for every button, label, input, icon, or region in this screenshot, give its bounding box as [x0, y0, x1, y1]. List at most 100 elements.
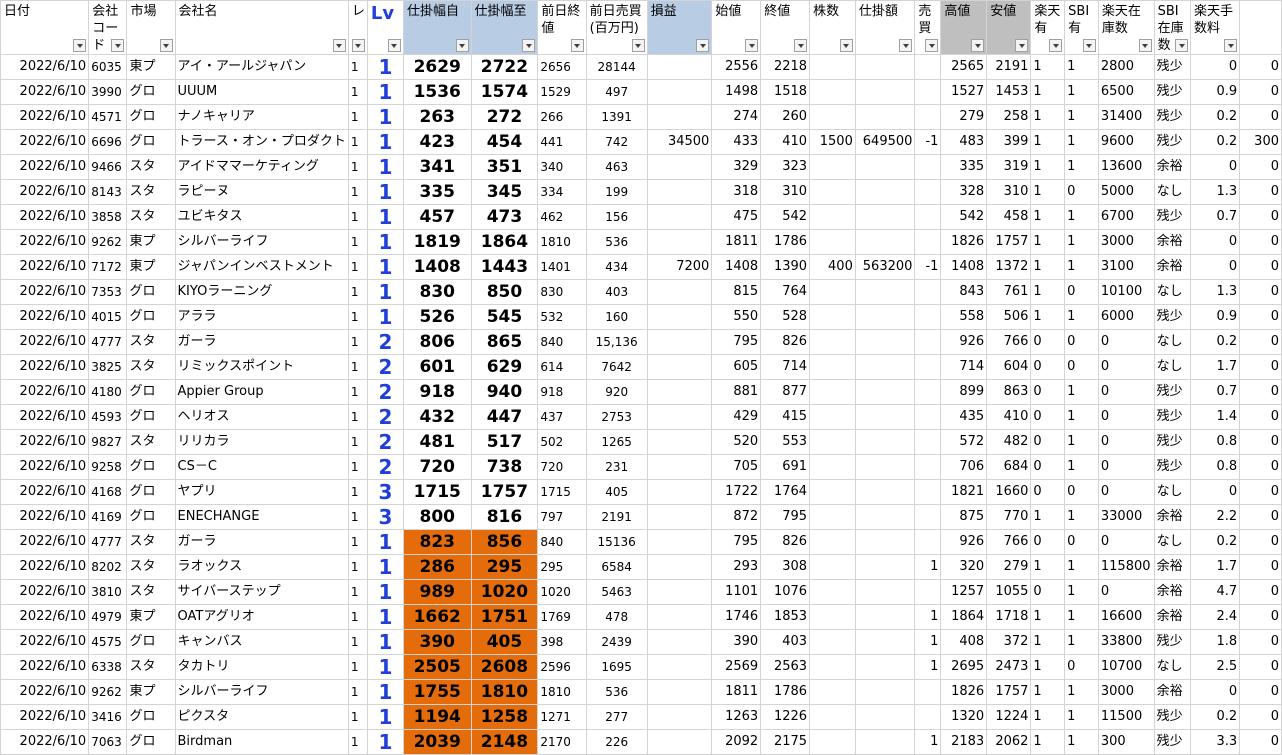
- cell-pnl[interactable]: [646, 379, 713, 405]
- cell-side[interactable]: 1: [914, 604, 942, 630]
- cell-high[interactable]: 279: [940, 104, 988, 130]
- cell-rk-has[interactable]: 1: [1030, 154, 1066, 180]
- cell-prev-close[interactable]: 840: [537, 529, 587, 555]
- cell-rk-has[interactable]: 1: [1030, 129, 1066, 155]
- cell-prev-vol[interactable]: 28144: [585, 54, 648, 80]
- cell-extra[interactable]: 0: [1239, 204, 1282, 230]
- cell-sbi-has[interactable]: 1: [1064, 604, 1099, 630]
- filter-dropdown-icon[interactable]: [570, 39, 584, 52]
- cell-date[interactable]: 2022/6/10: [0, 79, 90, 105]
- cell-side[interactable]: [914, 279, 942, 305]
- cell-market[interactable]: スタ: [126, 654, 176, 680]
- cell-low[interactable]: 1055: [986, 579, 1032, 605]
- cell-open[interactable]: 475: [711, 204, 762, 230]
- cell-high[interactable]: 714: [940, 354, 988, 380]
- cell-rk-stock[interactable]: 6000: [1097, 304, 1155, 330]
- filter-dropdown-icon[interactable]: [1175, 39, 1188, 52]
- cell-name[interactable]: タカトリ: [174, 654, 349, 680]
- cell-high[interactable]: 926: [940, 529, 988, 555]
- cell-shares[interactable]: [809, 504, 856, 530]
- filter-dropdown-icon[interactable]: [745, 39, 759, 52]
- cell-re[interactable]: 1: [347, 579, 368, 605]
- cell-to[interactable]: 1574: [470, 79, 539, 105]
- cell-name[interactable]: CS－C: [174, 454, 349, 480]
- cell-re[interactable]: 1: [347, 204, 368, 230]
- cell-date[interactable]: 2022/6/10: [0, 54, 90, 80]
- cell-rk-has[interactable]: 1: [1030, 204, 1066, 230]
- cell-shares[interactable]: [809, 154, 856, 180]
- cell-re[interactable]: 1: [347, 154, 368, 180]
- cell-to[interactable]: 856: [470, 529, 539, 555]
- cell-lv[interactable]: 1: [366, 529, 404, 555]
- cell-re[interactable]: 1: [347, 454, 368, 480]
- cell-market[interactable]: スタ: [126, 179, 176, 205]
- cell-from[interactable]: 341: [402, 154, 472, 180]
- cell-code[interactable]: 4180: [88, 379, 128, 405]
- cell-open[interactable]: 1746: [711, 604, 762, 630]
- column-header[interactable]: 前日売買(百万円): [585, 0, 648, 55]
- cell-lv[interactable]: 2: [366, 454, 404, 480]
- cell-prev-vol[interactable]: 277: [585, 704, 648, 730]
- cell-lv[interactable]: 2: [366, 404, 404, 430]
- cell-extra[interactable]: 0: [1239, 429, 1282, 455]
- cell-code[interactable]: 4571: [88, 104, 128, 130]
- cell-high[interactable]: 843: [940, 279, 988, 305]
- cell-name[interactable]: キャンバス: [174, 629, 349, 655]
- cell-open[interactable]: 605: [711, 354, 762, 380]
- cell-to[interactable]: 2148: [470, 729, 539, 755]
- cell-amount[interactable]: [854, 154, 916, 180]
- cell-shares[interactable]: [809, 454, 856, 480]
- column-header[interactable]: 株数: [809, 0, 856, 55]
- cell-lv[interactable]: 1: [366, 629, 404, 655]
- cell-lv[interactable]: 1: [366, 129, 404, 155]
- cell-extra[interactable]: 0: [1239, 704, 1282, 730]
- cell-market[interactable]: 東プ: [126, 604, 176, 630]
- cell-prev-close[interactable]: 830: [537, 279, 587, 305]
- cell-low[interactable]: 766: [986, 329, 1032, 355]
- cell-sbi-stock[interactable]: 余裕: [1153, 229, 1192, 255]
- cell-re[interactable]: 1: [347, 529, 368, 555]
- cell-market[interactable]: スタ: [126, 204, 176, 230]
- column-header[interactable]: 仕掛額: [854, 0, 916, 55]
- cell-low[interactable]: 1757: [986, 679, 1032, 705]
- cell-market[interactable]: グロ: [126, 729, 176, 755]
- cell-re[interactable]: 1: [347, 104, 368, 130]
- cell-rk-has[interactable]: 1: [1030, 629, 1066, 655]
- cell-code[interactable]: 7063: [88, 729, 128, 755]
- cell-sbi-stock[interactable]: 残少: [1153, 54, 1192, 80]
- cell-from[interactable]: 1755: [402, 679, 472, 705]
- cell-sbi-stock[interactable]: 余裕: [1153, 679, 1192, 705]
- cell-prev-close[interactable]: 797: [537, 504, 587, 530]
- cell-open[interactable]: 1101: [711, 579, 762, 605]
- cell-name[interactable]: シルバーライフ: [174, 679, 349, 705]
- cell-shares[interactable]: [809, 429, 856, 455]
- cell-to[interactable]: 447: [470, 404, 539, 430]
- cell-pnl[interactable]: [646, 179, 713, 205]
- cell-sbi-has[interactable]: 0: [1064, 279, 1099, 305]
- cell-code[interactable]: 9466: [88, 154, 128, 180]
- cell-shares[interactable]: [809, 554, 856, 580]
- cell-sbi-stock[interactable]: 残少: [1153, 729, 1192, 755]
- cell-to[interactable]: 345: [470, 179, 539, 205]
- cell-sbi-stock[interactable]: 余裕: [1153, 604, 1192, 630]
- cell-open[interactable]: 390: [711, 629, 762, 655]
- cell-prev-vol[interactable]: 463: [585, 154, 648, 180]
- cell-shares[interactable]: [809, 679, 856, 705]
- cell-from[interactable]: 918: [402, 379, 472, 405]
- cell-rk-stock[interactable]: 0: [1097, 404, 1155, 430]
- cell-side[interactable]: -1: [914, 129, 942, 155]
- cell-rk-has[interactable]: 0: [1030, 579, 1066, 605]
- cell-open[interactable]: 520: [711, 429, 762, 455]
- cell-rk-has[interactable]: 0: [1030, 354, 1066, 380]
- column-header[interactable]: 仕掛幅至: [470, 0, 539, 55]
- cell-rk-fee[interactable]: 2.2: [1189, 504, 1241, 530]
- cell-date[interactable]: 2022/6/10: [0, 154, 90, 180]
- cell-prev-close[interactable]: 614: [537, 354, 587, 380]
- cell-rk-stock[interactable]: 2800: [1097, 54, 1155, 80]
- cell-from[interactable]: 286: [402, 554, 472, 580]
- cell-shares[interactable]: [809, 529, 856, 555]
- cell-side[interactable]: [914, 454, 942, 480]
- cell-prev-close[interactable]: 334: [537, 179, 587, 205]
- column-header[interactable]: SBI在庫数: [1153, 0, 1192, 55]
- cell-rk-stock[interactable]: 5000: [1097, 179, 1155, 205]
